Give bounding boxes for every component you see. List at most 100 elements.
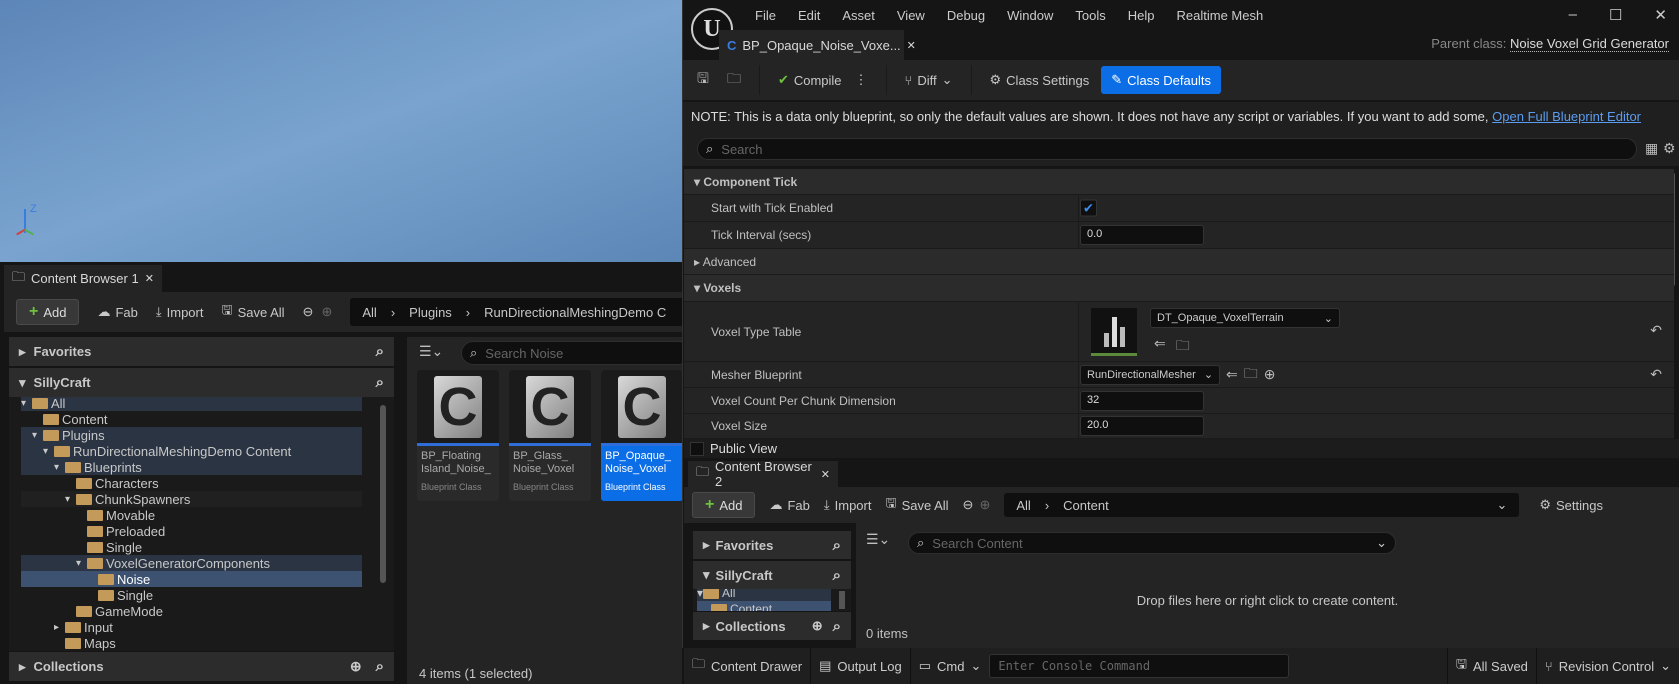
tree-item[interactable]: Maps [21, 635, 362, 651]
add-collection-icon[interactable]: ⊕ [350, 658, 362, 675]
breadcrumb-item[interactable]: RunDirectionalMeshingDemo C [484, 305, 666, 320]
category-component-tick[interactable]: ▾ Component Tick [684, 169, 1674, 195]
tab-content-browser-2[interactable]: 🗀 Content Browser 2 ✕ [688, 459, 838, 489]
menu-file[interactable]: File [755, 8, 776, 23]
use-selected-icon[interactable]: ⇐ [1154, 335, 1166, 359]
tree-item[interactable]: ▾ RunDirectionalMeshingDemo Content [21, 443, 362, 459]
property-matrix-icon[interactable]: ▦ [1645, 140, 1658, 157]
tab-content-browser-1[interactable]: 🗀 Content Browser 1 ✕ [4, 265, 162, 292]
tree-item[interactable]: ▾ All [21, 397, 362, 411]
browse-icon[interactable]: 🗀 [1244, 363, 1258, 387]
caret-down-icon[interactable]: ▾ [43, 446, 54, 457]
close-icon[interactable]: ✕ [907, 39, 916, 52]
filter-icon[interactable]: ☰⌄ [419, 343, 443, 360]
breadcrumb-item[interactable]: All [1016, 498, 1030, 513]
details-search-input[interactable]: ⌕ Search [697, 138, 1637, 160]
reset-to-default-icon[interactable]: ↶ [1650, 366, 1662, 383]
close-icon[interactable]: ✕ [821, 468, 830, 481]
forward-icon[interactable]: ⊕ [979, 497, 990, 513]
tree-item[interactable]: ▸ Input [21, 619, 362, 635]
save-icon[interactable]: 🖫 [697, 68, 709, 92]
close-icon[interactable]: ✕ [145, 272, 154, 285]
tree-item[interactable]: Single [21, 539, 362, 555]
tree-item[interactable]: Content [21, 411, 362, 427]
search-noise-input[interactable]: ⌕ Search Noise [461, 341, 691, 365]
import-button[interactable]: ⤓ Import [156, 304, 204, 320]
data-table-thumbnail[interactable] [1091, 308, 1137, 356]
tick-interval-input[interactable]: 0.0 [1080, 225, 1204, 245]
voxel-count-input[interactable]: 32 [1080, 390, 1204, 411]
menu-tools[interactable]: Tools [1075, 8, 1105, 23]
menu-realtime-mesh[interactable]: Realtime Mesh [1177, 8, 1264, 23]
scrollbar[interactable] [839, 591, 845, 609]
import-button[interactable]: ⤓ Import [824, 497, 872, 513]
asset-view-2[interactable]: ☰⌄ ⌕ Search Content ⌄ Drop files here or r… [856, 523, 1679, 648]
collections-header[interactable]: ▸ Collections ⊕ ⌕ [9, 652, 394, 681]
parent-class-link[interactable]: Noise Voxel Grid Generator [1510, 36, 1669, 52]
category-advanced[interactable]: ▸ Advanced [684, 249, 1674, 275]
fab-button[interactable]: ☁ Fab [769, 497, 809, 513]
filter-icon[interactable]: ☰⌄ [866, 531, 890, 548]
sillycraft-header[interactable]: ▾ SillyCraft ⌕ [693, 561, 851, 589]
sillycraft-header[interactable]: ▾ SillyCraft ⌕ [9, 368, 394, 397]
caret-down-icon[interactable]: ▾ [21, 398, 32, 409]
asset-tile[interactable]: C BP_Glass_ Noise_Voxel Blueprint Class [509, 370, 591, 501]
tree-item[interactable]: ▾ VoxelGeneratorComponents [21, 555, 362, 571]
scrollbar[interactable] [380, 405, 386, 583]
tab-blueprint[interactable]: C BP_Opaque_Noise_Voxe... ✕ [719, 30, 916, 60]
menu-window[interactable]: Window [1007, 8, 1053, 23]
search-icon[interactable]: ⌕ [376, 658, 384, 675]
settings-button[interactable]: ⚙ Settings [1539, 497, 1603, 513]
fab-button[interactable]: ☁ Fab [97, 304, 137, 320]
back-icon[interactable]: ⊖ [303, 304, 314, 320]
mesher-combo[interactable]: RunDirectionalMesher ⌄ [1080, 364, 1221, 385]
tree-item[interactable]: Single [21, 587, 362, 603]
tree-item[interactable]: ▾ Blueprints [21, 459, 362, 475]
maximize-icon[interactable]: ☐ [1609, 6, 1622, 24]
breadcrumb-item[interactable]: Plugins [409, 305, 452, 320]
add-collection-icon[interactable]: ⊕ [812, 618, 823, 634]
caret-right-icon[interactable]: ▸ [54, 622, 65, 633]
menu-help[interactable]: Help [1128, 8, 1155, 23]
diff-button[interactable]: ⑂ Diff ⌄ [905, 72, 953, 88]
back-icon[interactable]: ⊖ [963, 497, 974, 513]
breadcrumb[interactable]: All › Content ⌄ [1004, 493, 1520, 517]
tree-item-content[interactable]: Content [697, 601, 831, 611]
browse-icon[interactable]: 🗀 [727, 68, 741, 92]
voxel-size-input[interactable]: 20.0 [1080, 416, 1204, 436]
tree-item[interactable]: GameMode [21, 603, 362, 619]
use-selected-icon[interactable]: ⇐ [1226, 366, 1238, 383]
output-log-button[interactable]: ▤ Output Log [811, 648, 911, 684]
menu-view[interactable]: View [897, 8, 925, 23]
favorites-header[interactable]: ▸ Favorites ⌕ [693, 531, 851, 559]
category-voxels[interactable]: ▾ Voxels [684, 275, 1674, 302]
favorites-header[interactable]: ▸ Favorites ⌕ [9, 337, 394, 366]
collections-header[interactable]: ▸ Collections ⊕ ⌕ [693, 612, 851, 640]
tree-item-all[interactable]: ▾ All [697, 589, 831, 601]
search-icon[interactable]: ⌕ [833, 618, 841, 635]
minimize-icon[interactable]: – [1569, 6, 1577, 24]
add-button[interactable]: + Add [692, 492, 756, 518]
breadcrumb-item[interactable]: Content [1063, 498, 1109, 513]
console-input[interactable]: Enter Console Command [989, 654, 1290, 678]
public-view-checkbox[interactable] [690, 441, 704, 456]
more-options-icon[interactable]: ⋮ [855, 72, 868, 88]
search-icon[interactable]: ⌕ [376, 343, 384, 360]
search-icon[interactable]: ⌕ [833, 567, 841, 584]
tree-item[interactable]: Movable [21, 507, 362, 523]
add-icon[interactable]: ⊕ [1264, 366, 1276, 383]
tree-item[interactable]: Preloaded [21, 523, 362, 539]
close-window-icon[interactable]: ✕ [1654, 6, 1667, 24]
settings-gear-icon[interactable]: ⚙ [1663, 140, 1676, 157]
menu-edit[interactable]: Edit [798, 8, 820, 23]
content-drawer-button[interactable]: 🗀 Content Drawer [684, 648, 812, 684]
asset-tile[interactable]: C BP_Opaque_ Noise_Voxel Blueprint Class [601, 370, 683, 501]
save-all-button[interactable]: 🖫 Save All [885, 494, 948, 516]
search-icon[interactable]: ⌕ [376, 374, 384, 391]
search-content-input[interactable]: ⌕ Search Content ⌄ [908, 532, 1396, 554]
forward-icon[interactable]: ⊕ [321, 304, 332, 320]
tree-item[interactable]: ▾ Plugins [21, 427, 362, 443]
save-all-button[interactable]: 🖫 Save All [221, 301, 284, 323]
asset-view[interactable]: ☰⌄ ⌕ Search Noise C BP_Floating Island_Noi… [407, 337, 691, 684]
breadcrumb-item[interactable]: All [362, 305, 376, 320]
